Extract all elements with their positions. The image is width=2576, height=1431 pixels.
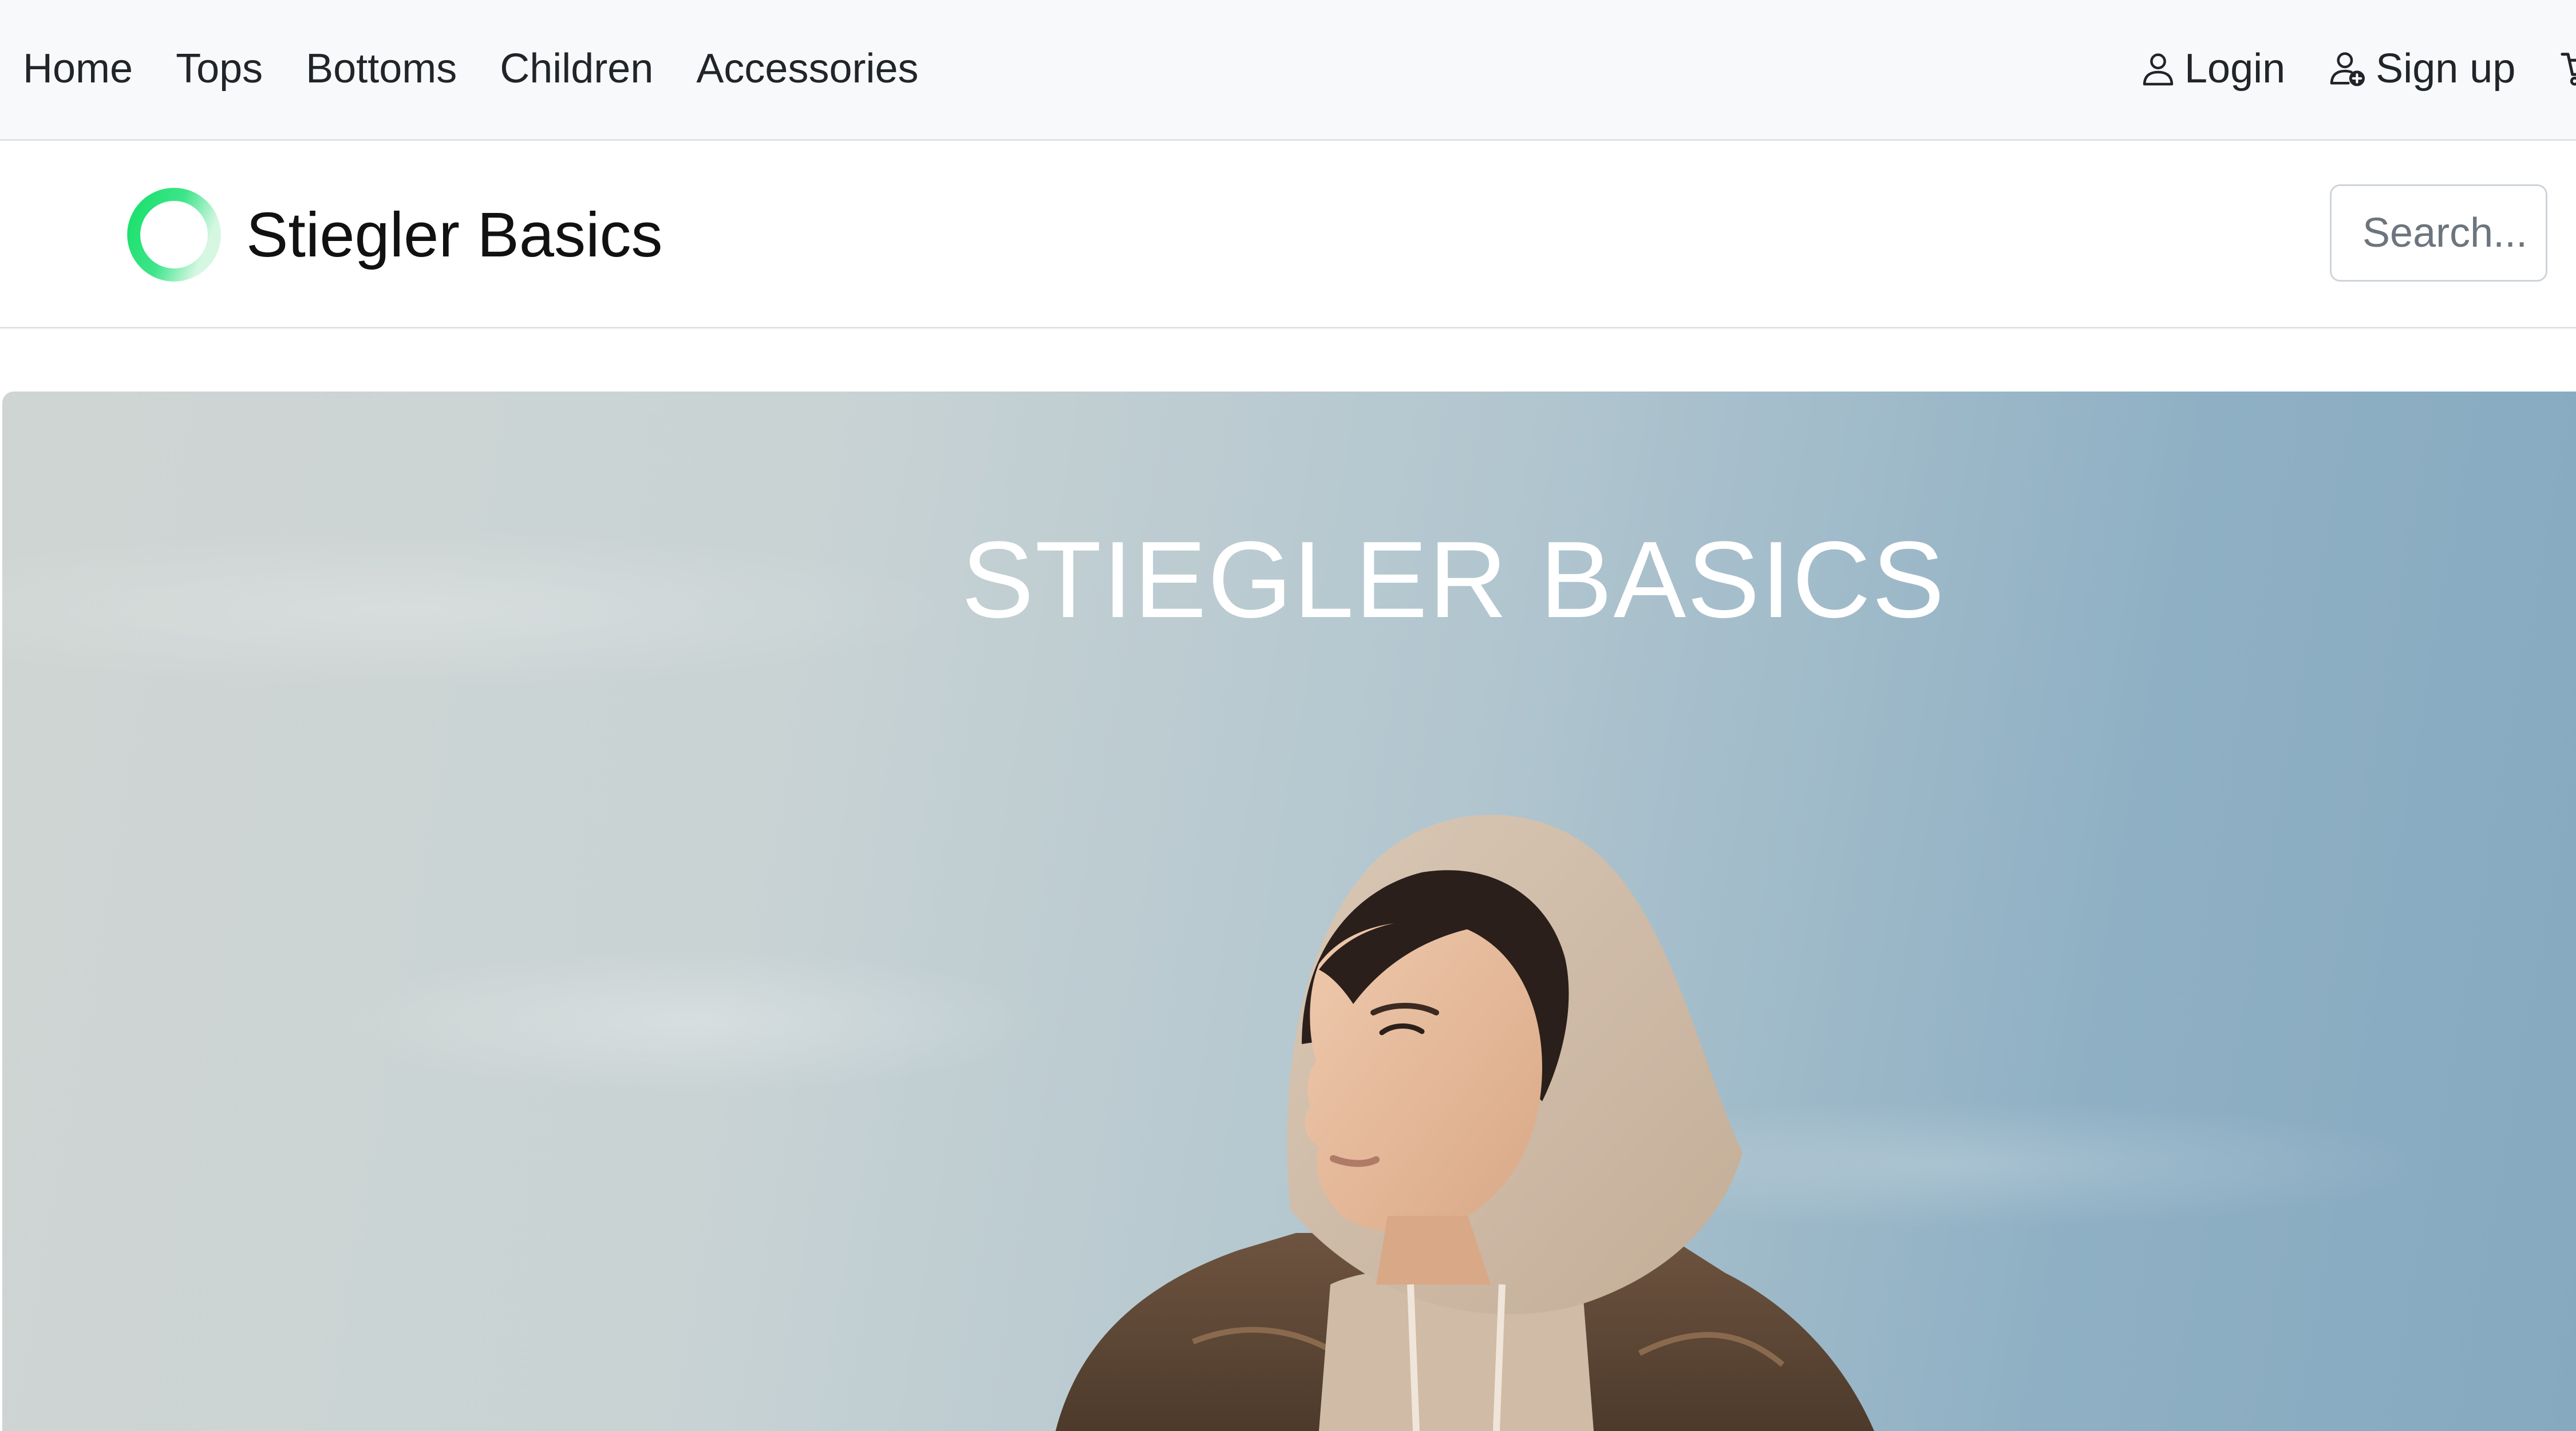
login-link[interactable]: Login [2141,45,2285,92]
hero-title: STIEGLER BASICS [961,519,1946,641]
signup-label: Sign up [2376,46,2516,92]
brand-home-link[interactable]: Stiegler Basics [124,184,663,285]
user-icon [2143,53,2174,86]
login-label: Login [2184,46,2286,92]
brand-logo-icon [127,188,221,282]
cart-link[interactable] [2560,50,2576,87]
user-plus-icon [2330,52,2365,86]
nav-link-bottoms[interactable]: Bottoms [306,45,457,92]
nav-link-home[interactable]: Home [23,45,133,92]
nav-link-children[interactable]: Children [500,45,653,92]
signup-link[interactable]: Sign up [2330,45,2515,92]
cart-icon [2561,53,2576,86]
account-nav: Login Sign up [2141,0,2576,137]
nav-link-accessories[interactable]: Accessories [696,45,918,92]
top-navbar: Home Tops Bottoms Children Accessories L… [0,0,2576,141]
nav-link-tops[interactable]: Tops [176,45,263,92]
search-input[interactable] [2330,184,2547,282]
hero-banner: STIEGLER BASICS [2,392,2576,1431]
brand-header: Stiegler Basics [0,141,2576,329]
brand-name: Stiegler Basics [246,199,663,270]
category-nav: Home Tops Bottoms Children Accessories [23,0,962,137]
